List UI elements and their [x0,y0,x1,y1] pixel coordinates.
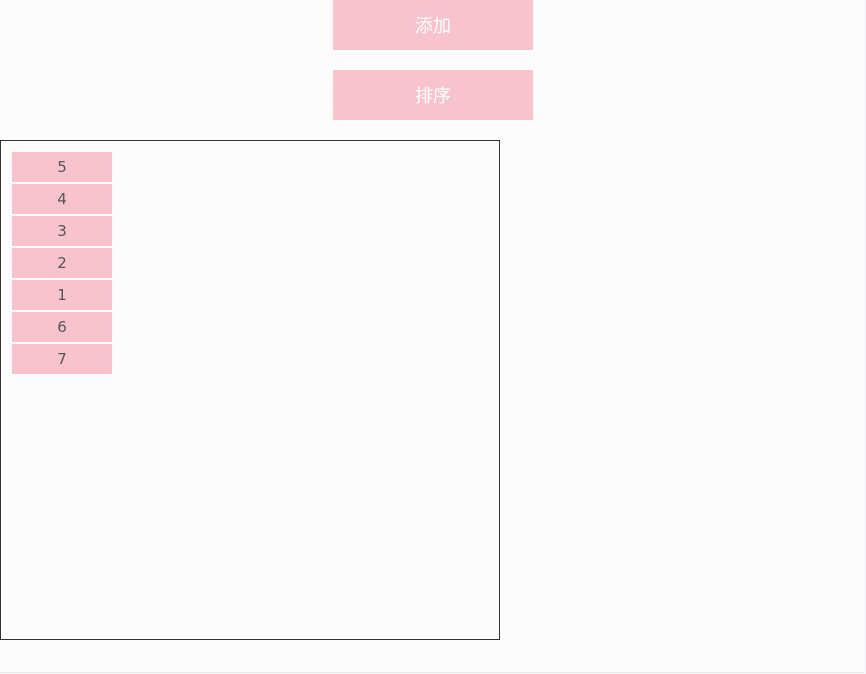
add-button-label: 添加 [415,16,451,37]
add-button[interactable]: 添加 [333,0,533,50]
list-item[interactable]: 4 [12,184,112,214]
list-item[interactable]: 3 [12,216,112,246]
list-item[interactable]: 1 [12,280,112,310]
list-item[interactable]: 6 [12,312,112,342]
list-item[interactable]: 5 [12,152,112,182]
sort-button[interactable]: 排序 [333,70,533,120]
page-bottom-divider [0,672,866,673]
list-container: 5 4 3 2 1 6 7 [0,140,500,640]
sort-button-label: 排序 [415,86,451,107]
number-list: 5 4 3 2 1 6 7 [12,152,112,376]
list-item[interactable]: 2 [12,248,112,278]
list-item[interactable]: 7 [12,344,112,374]
